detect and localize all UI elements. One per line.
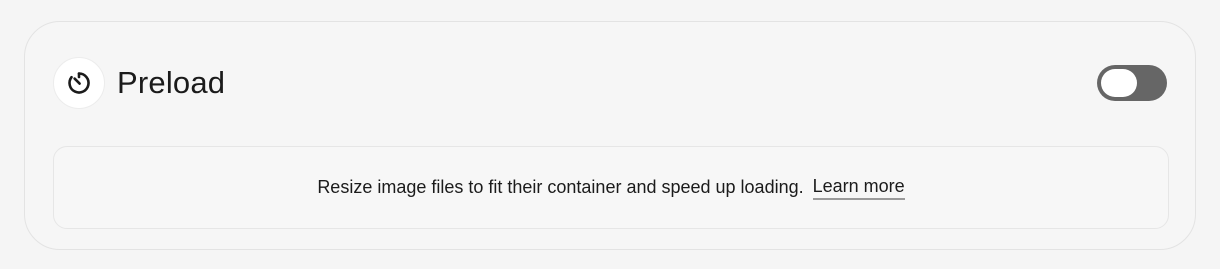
description-text: Resize image files to fit their containe… [317,177,804,197]
timer-icon [53,57,105,109]
section-title: Preload [117,65,226,100]
description-box: Resize image files to fit their containe… [53,146,1169,229]
preload-card: Preload Resize image files to fit their … [24,21,1196,250]
preload-toggle[interactable] [1097,65,1167,101]
toggle-knob [1101,69,1137,97]
preload-header: Preload [53,56,1167,110]
learn-more-link[interactable]: Learn more [812,176,905,200]
